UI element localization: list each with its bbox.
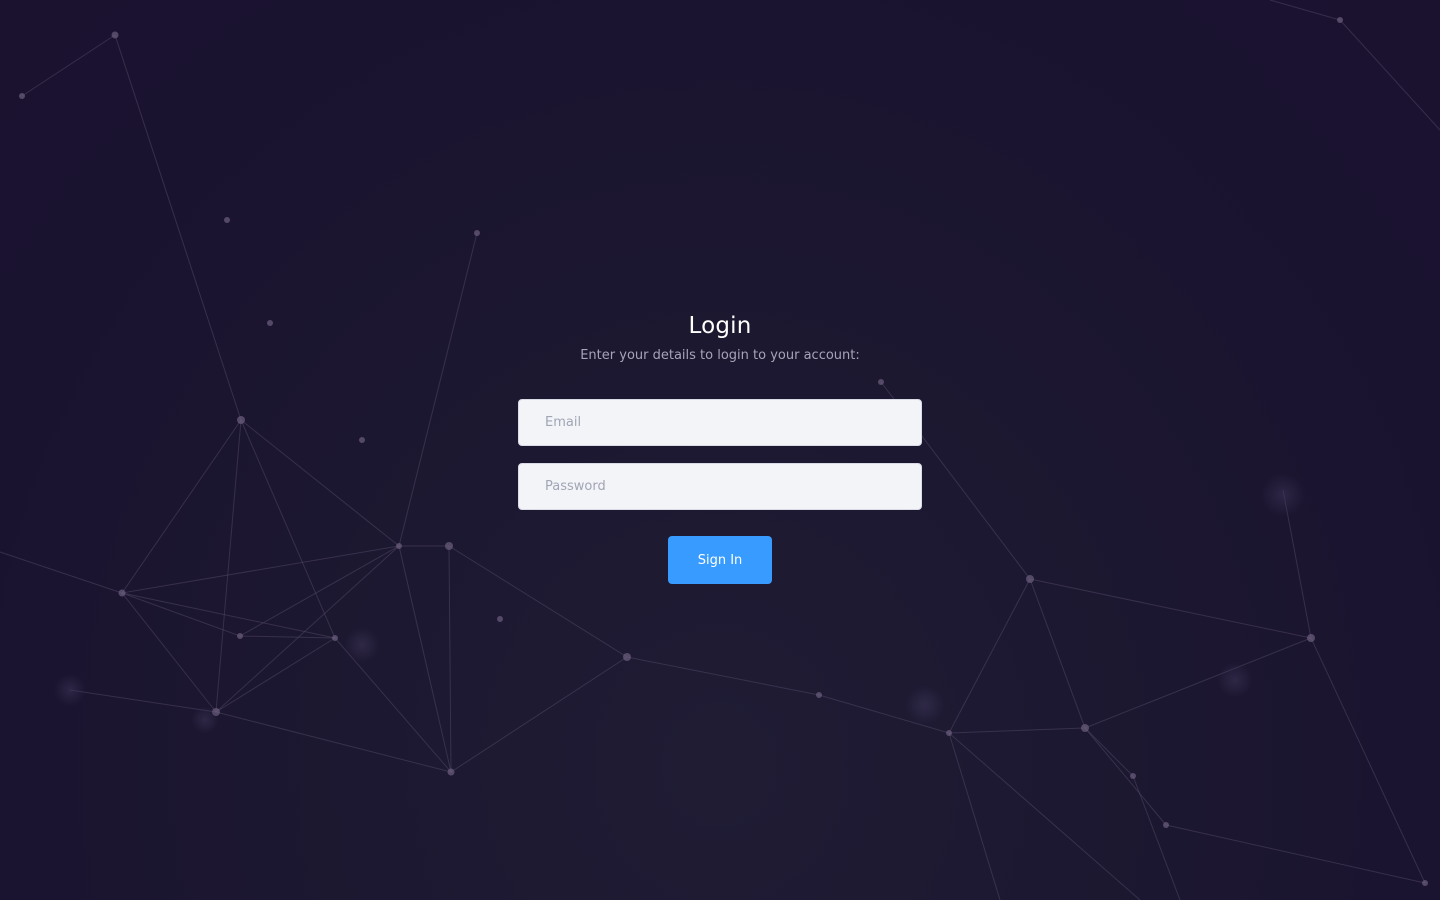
login-subtitle: Enter your details to login to your acco… [580, 348, 860, 363]
login-form: Login Enter your details to login to you… [0, 0, 1440, 900]
email-input[interactable] [518, 399, 922, 446]
login-title: Login [688, 313, 752, 339]
login-page: Login Enter your details to login to you… [0, 0, 1440, 900]
sign-in-button[interactable]: Sign In [668, 536, 772, 584]
password-input[interactable] [518, 463, 922, 510]
